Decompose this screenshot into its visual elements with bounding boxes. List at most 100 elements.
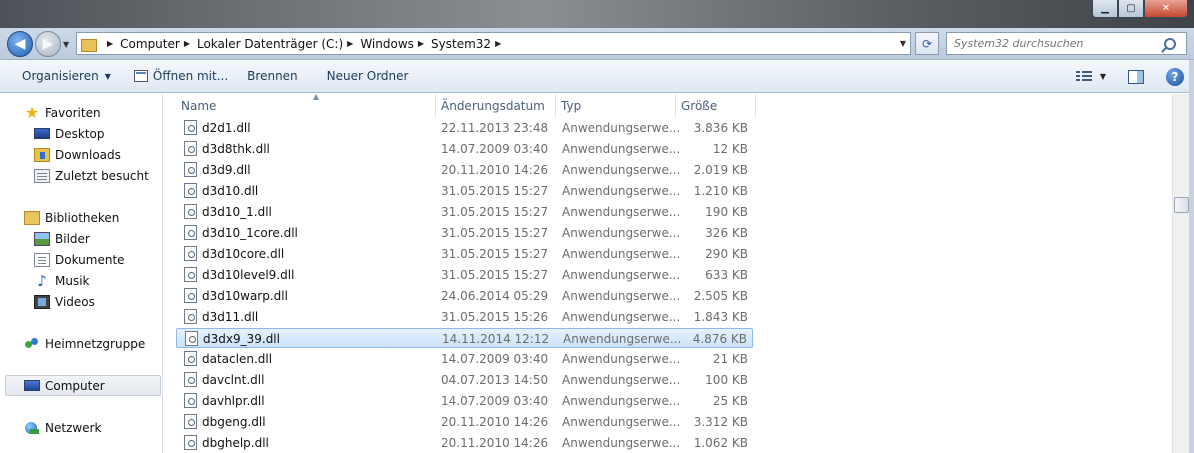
nav-favorites[interactable]: ★ Favoriten	[0, 102, 163, 123]
breadcrumb-separator-icon[interactable]: ▶	[184, 39, 190, 48]
address-row: ◀ ▶ ▼ ▶ Computer ▶ Lokaler Datenträger (…	[0, 28, 1194, 60]
file-size: 1.062 KB	[693, 436, 748, 450]
desktop-icon	[34, 128, 50, 139]
breadcrumb-separator-icon[interactable]: ▶	[495, 39, 501, 48]
dll-file-icon	[184, 120, 197, 135]
breadcrumb-separator-icon[interactable]: ▶	[418, 39, 424, 48]
file-date: 14.07.2009 03:40	[441, 352, 549, 366]
nav-desktop[interactable]: Desktop	[0, 123, 163, 144]
dll-file-icon	[184, 267, 197, 282]
file-row[interactable]: dbghelp.dll 20.11.2010 14:26 Anwendungserw…	[176, 433, 753, 453]
libraries-icon	[24, 210, 40, 225]
nav-computer[interactable]: Computer	[5, 375, 161, 396]
file-row[interactable]: d3d10core.dll 31.05.2015 15:27 Anwendungse…	[176, 244, 753, 264]
file-size: 21 KB	[712, 352, 748, 366]
search-box[interactable]	[946, 32, 1187, 55]
new-folder-button[interactable]: Neuer Ordner	[309, 60, 420, 92]
file-row[interactable]: d3d8thk.dll 14.07.2009 03:40 Anwendungserw…	[176, 139, 753, 159]
recent-pages-dropdown[interactable]: ▼	[63, 40, 69, 49]
file-name: d3d10_1.dll	[202, 205, 272, 219]
burn-label: Brennen	[247, 69, 298, 83]
sort-ascending-icon: ▲	[313, 92, 320, 101]
search-input[interactable]	[947, 37, 1162, 50]
back-button[interactable]: ◀	[7, 31, 33, 57]
column-header-type[interactable]: Typ	[556, 94, 676, 118]
burn-button[interactable]: Brennen	[239, 60, 308, 92]
address-bar[interactable]: ▶ Computer ▶ Lokaler Datenträger (C:) ▶ …	[76, 32, 911, 55]
file-name: d3d10_1core.dll	[202, 226, 298, 240]
file-row[interactable]: davhlpr.dll 14.07.2009 03:40 Anwendungserw…	[176, 391, 753, 411]
file-name: d3d10.dll	[202, 184, 259, 198]
nav-downloads[interactable]: Downloads	[0, 144, 163, 165]
file-name: d3d11.dll	[202, 310, 259, 324]
minimize-button[interactable]: ▁	[1092, 0, 1118, 18]
nav-desktop-label: Desktop	[55, 126, 105, 141]
organize-label: Organisieren	[22, 69, 99, 83]
preview-pane-icon[interactable]	[1128, 69, 1144, 84]
file-date: 31.05.2015 15:27	[441, 226, 549, 240]
dll-file-icon	[185, 331, 198, 346]
scrollbar-thumb[interactable]	[1174, 197, 1189, 213]
file-row[interactable]: d3d9.dll 20.11.2010 14:26 Anwendungserwe..…	[176, 160, 753, 180]
refresh-button[interactable]: ⟳	[915, 32, 939, 55]
nav-network[interactable]: Netzwerk	[0, 417, 163, 438]
file-row[interactable]: davclnt.dll 04.07.2013 14:50 Anwendungserw…	[176, 370, 753, 390]
file-size: 100 KB	[705, 373, 748, 387]
nav-documents[interactable]: Dokumente	[0, 249, 163, 270]
file-row[interactable]: d3d11.dll 31.05.2015 15:26 Anwendungserwe.…	[176, 307, 753, 327]
computer-icon	[24, 380, 40, 391]
vertical-scrollbar[interactable]	[1172, 94, 1189, 453]
nav-music[interactable]: ♪ Musik	[0, 270, 163, 291]
file-name: d3d9.dll	[202, 163, 251, 177]
forward-button[interactable]: ▶	[35, 31, 61, 57]
column-header-name[interactable]: ▲ Name	[176, 92, 436, 118]
address-history-dropdown[interactable]: ▼	[900, 39, 906, 48]
dll-file-icon	[184, 351, 197, 366]
change-view-icon[interactable]	[1075, 70, 1092, 83]
file-row[interactable]: d3d10_1.dll 31.05.2015 15:27 Anwendungserw…	[176, 202, 753, 222]
file-date: 14.07.2009 03:40	[441, 394, 549, 408]
file-date: 31.05.2015 15:27	[441, 205, 549, 219]
nav-libraries[interactable]: Bibliotheken	[0, 207, 163, 228]
breadcrumb-separator-icon[interactable]: ▶	[107, 39, 113, 48]
column-header-date[interactable]: Änderungsdatum	[436, 94, 556, 118]
file-type: Anwendungserwe...	[562, 436, 681, 450]
file-row[interactable]: d3d10warp.dll 24.06.2014 05:29 Anwendungse…	[176, 286, 753, 306]
view-options-dropdown[interactable]: ▼	[1100, 72, 1106, 81]
file-row[interactable]: d3d10level9.dll 31.05.2015 15:27 Anwendung…	[176, 265, 753, 285]
file-date: 14.07.2009 03:40	[441, 142, 549, 156]
column-header-name-label: Name	[181, 99, 217, 113]
nav-downloads-label: Downloads	[55, 147, 121, 162]
file-row[interactable]: d2d1.dll 22.11.2013 23:48 Anwendungserwe..…	[176, 118, 753, 138]
column-header-size[interactable]: Größe	[676, 94, 756, 118]
breadcrumb-separator-icon[interactable]: ▶	[347, 39, 353, 48]
dll-file-icon	[184, 309, 197, 324]
close-button[interactable]: ✕	[1144, 0, 1188, 18]
organize-button[interactable]: Organisieren ▼	[0, 60, 122, 92]
search-icon[interactable]	[1164, 37, 1176, 50]
breadcrumb-system32[interactable]: System32	[431, 37, 491, 51]
file-row[interactable]: d3d10.dll 31.05.2015 15:27 Anwendungserwe.…	[176, 181, 753, 201]
nav-homegroup[interactable]: Heimnetzgruppe	[0, 333, 163, 354]
file-date: 24.06.2014 05:29	[441, 289, 549, 303]
file-row[interactable]: d3d10_1core.dll 31.05.2015 15:27 Anwendung…	[176, 223, 753, 243]
open-with-icon	[133, 70, 148, 82]
nav-recent-places[interactable]: Zuletzt besucht	[0, 165, 163, 186]
breadcrumb-computer[interactable]: Computer	[120, 37, 180, 51]
nav-pictures[interactable]: Bilder	[0, 228, 163, 249]
folder-icon	[81, 37, 97, 52]
nav-videos-label: Videos	[55, 294, 95, 309]
help-icon[interactable]: ?	[1166, 67, 1184, 86]
nav-videos[interactable]: Videos	[0, 291, 163, 312]
star-icon: ★	[24, 102, 40, 122]
file-row[interactable]: dbgeng.dll 20.11.2010 14:26 Anwendungserwe…	[176, 412, 753, 432]
file-row[interactable]: dataclen.dll 14.07.2009 03:40 Anwendungser…	[176, 349, 753, 369]
breadcrumb-windows[interactable]: Windows	[360, 37, 414, 51]
maximize-button[interactable]: ▢	[1118, 0, 1144, 18]
breadcrumb-drive[interactable]: Lokaler Datenträger (C:)	[197, 37, 343, 51]
nav-homegroup-label: Heimnetzgruppe	[45, 336, 146, 351]
new-folder-label: Neuer Ordner	[326, 69, 409, 83]
file-row[interactable]: d3dx9_39.dll 14.11.2014 12:12 Anwendungser…	[176, 328, 753, 348]
command-bar: Organisieren ▼ Öffnen mit... Brennen Neu…	[0, 60, 1194, 93]
open-with-button[interactable]: Öffnen mit...	[122, 60, 239, 92]
